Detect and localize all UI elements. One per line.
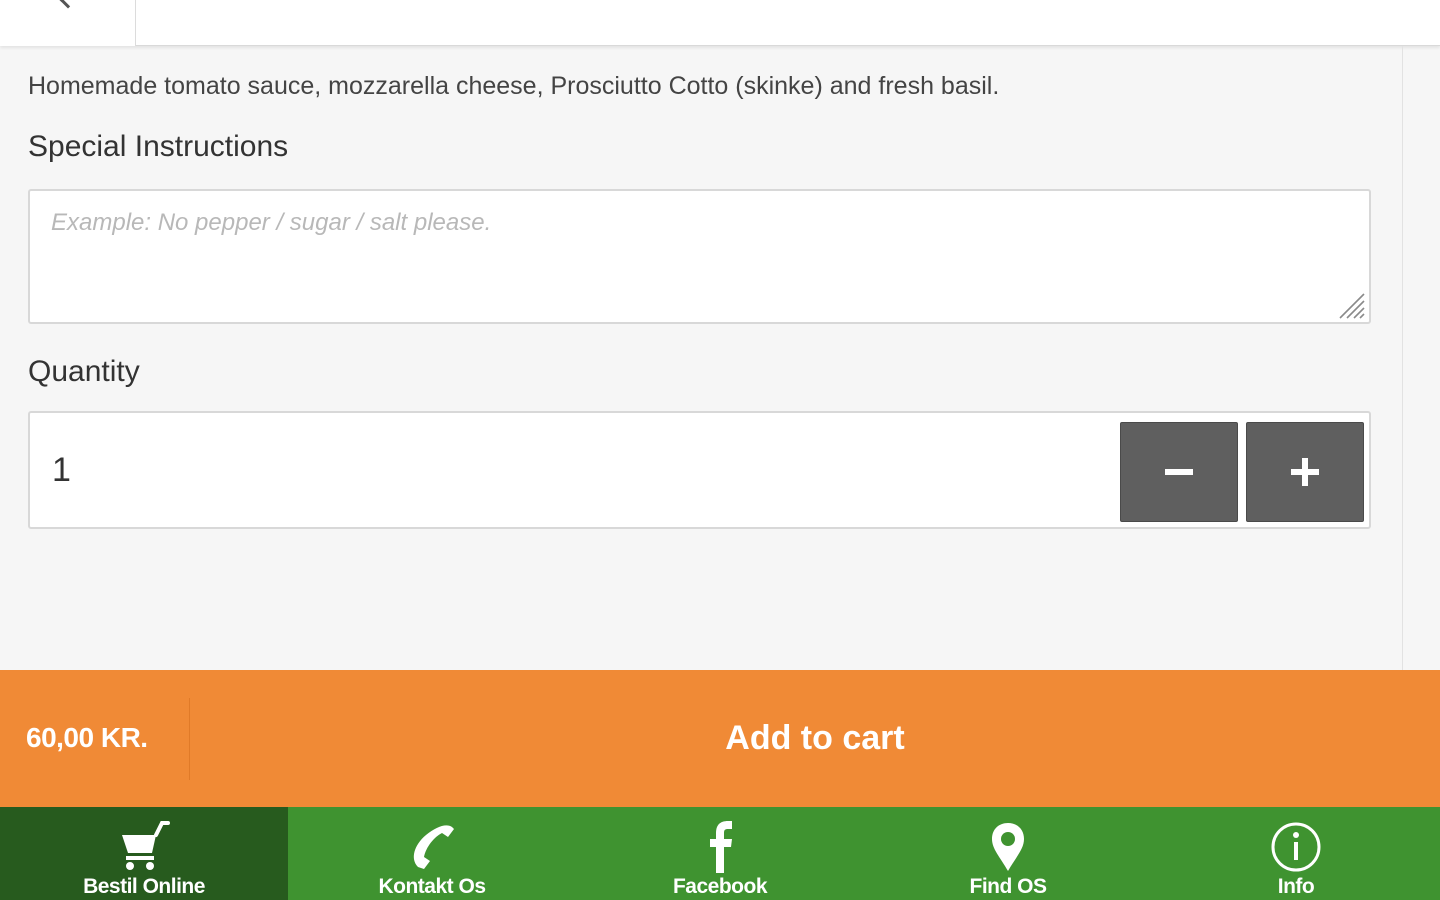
special-instructions-label: Special Instructions [28,130,289,163]
quantity-label: Quantity [28,355,140,388]
add-to-cart-button[interactable]: Add to cart [190,670,1440,807]
chevron-left-icon [59,0,77,9]
nav-item-bestil-online[interactable]: Bestil Online [0,807,288,900]
quantity-stepper: 1 [28,411,1371,529]
increase-quantity-button[interactable] [1246,422,1364,522]
nav-label: Find OS [969,875,1048,898]
nav-item-facebook[interactable]: Facebook [576,807,864,900]
minus-icon [1165,469,1193,475]
info-icon [1268,819,1324,873]
nav-label: Info [1277,875,1315,898]
plus-icon [1291,458,1319,486]
special-instructions-field[interactable] [28,189,1371,324]
resize-grip-icon[interactable] [1336,290,1366,320]
cart-icon [116,819,172,873]
quantity-value[interactable]: 1 [52,451,71,490]
cart-bar: 60,00 KR. Add to cart [0,670,1440,807]
top-bar [0,0,1440,46]
nav-item-info[interactable]: Info [1152,807,1440,900]
nav-label: Kontakt Os [378,875,486,898]
nav-label: Bestil Online [83,875,205,898]
nav-item-find-os[interactable]: Find OS [864,807,1152,900]
map-pin-icon [980,819,1036,873]
nav-label: Facebook [672,875,768,898]
item-price: 60,00 KR. [26,722,148,753]
facebook-icon [692,819,748,873]
item-description: Homemade tomato sauce, mozzarella cheese… [28,72,1000,100]
decrease-quantity-button[interactable] [1120,422,1238,522]
bottom-nav: Bestil Online Kontakt Os Facebook Find O… [0,807,1440,900]
content-divider [1402,46,1403,670]
nav-item-kontakt-os[interactable]: Kontakt Os [288,807,576,900]
back-button[interactable] [0,0,136,46]
phone-icon [404,819,460,873]
